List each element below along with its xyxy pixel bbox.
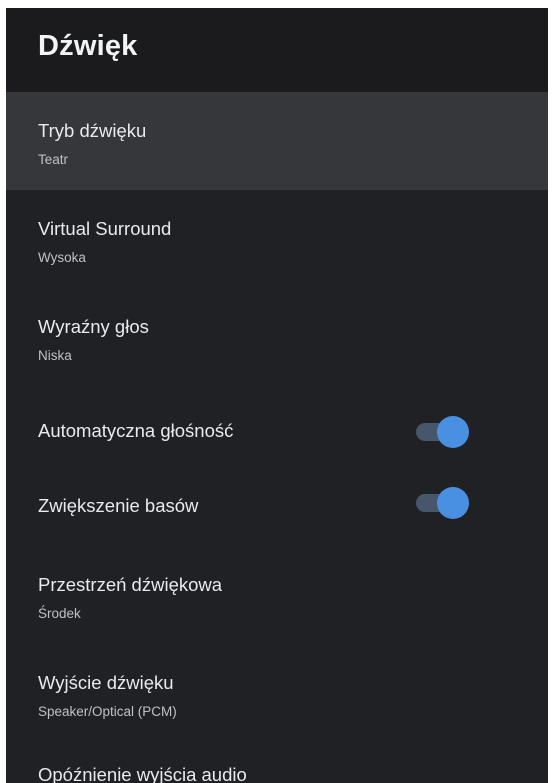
setting-title: Automatyczna głośność [38, 420, 234, 441]
toggle-thumb [437, 416, 469, 448]
setting-audio-output-delay[interactable]: Opóźnienie wyjścia audio [6, 750, 548, 783]
setting-title: Wyjście dźwięku [38, 672, 174, 693]
setting-sound-output[interactable]: Wyjście dźwięku Speaker/Optical (PCM) [6, 652, 548, 750]
setting-auto-volume[interactable]: Automatyczna głośność [6, 386, 548, 479]
setting-value: Speaker/Optical (PCM) [38, 704, 177, 719]
page-title: Dźwięk [38, 30, 138, 62]
setting-value: Niska [38, 348, 72, 363]
screen: Dźwięk Tryb dźwięku Teatr Virtual Surrou… [0, 0, 554, 783]
setting-bass-boost[interactable]: Zwiększenie basów [6, 479, 548, 554]
setting-sound-mode[interactable]: Tryb dźwięku Teatr [6, 92, 548, 190]
setting-title: Wyraźny głos [38, 316, 149, 337]
setting-title: Opóźnienie wyjścia audio [38, 764, 247, 783]
setting-virtual-surround[interactable]: Virtual Surround Wysoka [6, 190, 548, 288]
setting-title: Przestrzeń dźwiękowa [38, 574, 223, 595]
sound-settings-panel: Dźwięk Tryb dźwięku Teatr Virtual Surrou… [6, 8, 548, 783]
toggle-thumb [437, 487, 469, 519]
bass-boost-toggle[interactable] [416, 487, 469, 519]
setting-title: Tryb dźwięku [38, 120, 147, 141]
setting-title: Virtual Surround [38, 218, 172, 239]
setting-sound-space[interactable]: Przestrzeń dźwiękowa Środek [6, 554, 548, 652]
setting-clear-voice[interactable]: Wyraźny głos Niska [6, 288, 548, 386]
auto-volume-toggle[interactable] [416, 416, 469, 448]
setting-title: Zwiększenie basów [38, 495, 199, 516]
setting-value: Wysoka [38, 250, 86, 265]
setting-value: Teatr [38, 152, 69, 167]
header: Dźwięk [6, 8, 548, 92]
setting-value: Środek [38, 606, 81, 621]
